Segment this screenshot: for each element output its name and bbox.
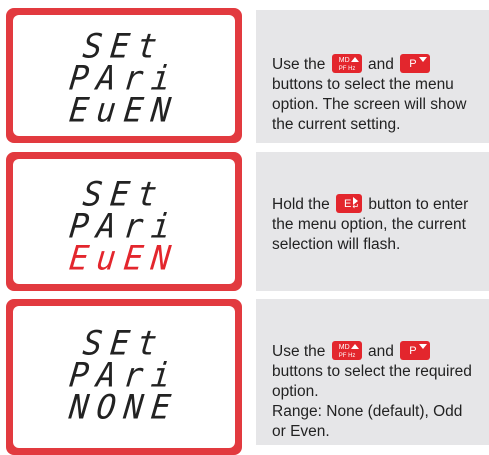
instruction-panel: Use the MD PF Hz and P buttons to select… (256, 299, 489, 445)
instruction-text: Use the MD PF Hz and P buttons to select… (272, 54, 479, 135)
lcd-display-frame: SEt PAri EuEN (6, 152, 242, 291)
p-down-button-icon: P (400, 54, 431, 73)
button-label: E (344, 198, 352, 210)
instruction-part1: Use the (272, 56, 326, 73)
step-2-row: SEt PAri EuEN Hold the E ↵ button to ent… (0, 152, 489, 291)
lcd-line-3-flashing: EuEN (67, 238, 181, 278)
p-down-button-icon: P (400, 341, 431, 360)
lcd-line-3: EuEN (67, 90, 181, 130)
instruction-part2: and (368, 343, 394, 360)
step-1-row: SEt PAri EuEN Use the MD PF Hz and P but… (0, 0, 489, 143)
instruction-part1: Use the (272, 343, 326, 360)
button-label-bottom: PF Hz (338, 353, 356, 359)
instruction-text: Use the MD PF Hz and P buttons to select… (272, 341, 479, 442)
lcd-display-frame: SEt PAri EuEN (6, 8, 242, 143)
button-label-bottom: PF Hz (338, 66, 356, 72)
instruction-part3: buttons to select the required option. (272, 363, 472, 400)
down-arrow-icon (419, 57, 428, 62)
instruction-part2: and (368, 56, 394, 73)
instruction-text: Hold the E ↵ button to enter the menu op… (272, 194, 479, 255)
instruction-part3: buttons to select the menu option. The s… (272, 76, 467, 133)
instruction-panel: Hold the E ↵ button to enter the menu op… (256, 152, 489, 291)
button-label: P (409, 345, 417, 357)
lcd-screen: SEt PAri EuEN (13, 15, 235, 136)
lcd-display-frame: SEt PAri NONE (6, 299, 242, 455)
lcd-screen: SEt PAri NONE (13, 306, 235, 448)
instruction-panel: Use the MD PF Hz and P buttons to select… (256, 10, 489, 143)
lcd-screen: SEt PAri EuEN (13, 159, 235, 284)
step-3-row: SEt PAri NONE Use the MD PF Hz and P but… (0, 299, 489, 455)
up-arrow-icon (350, 344, 359, 349)
enter-arrow-icon: ↵ (352, 202, 360, 211)
lcd-line-3: NONE (67, 387, 181, 427)
down-arrow-icon (419, 344, 428, 349)
instruction-part1: Hold the (272, 196, 330, 213)
range-text: Range: None (default), Odd or Even. (272, 403, 463, 440)
md-pf-up-button-icon: MD PF Hz (331, 54, 362, 73)
e-enter-button-icon: E ↵ (336, 194, 363, 213)
up-arrow-icon (350, 57, 359, 62)
button-label: P (409, 58, 417, 70)
md-pf-up-button-icon: MD PF Hz (331, 341, 362, 360)
